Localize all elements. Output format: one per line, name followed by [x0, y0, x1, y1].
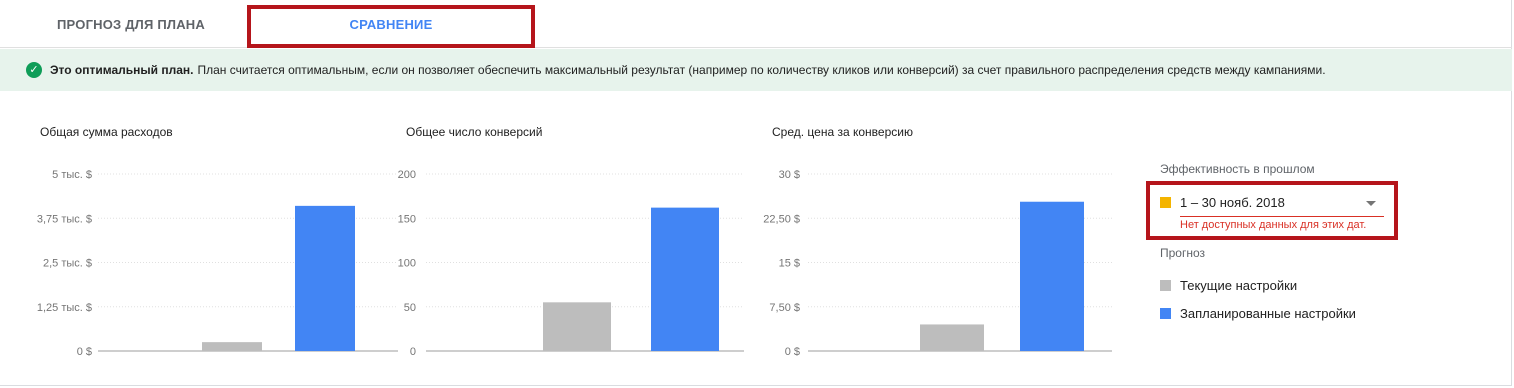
- banner-title: Это оптимальный план.: [50, 63, 194, 77]
- active-tab-indicator: [250, 45, 532, 47]
- date-range-dropdown[interactable]: 1 – 30 нояб. 2018: [1160, 190, 1384, 218]
- legend-label: Запланированные настройки: [1180, 306, 1356, 321]
- y-tick-label: 22,50 $: [763, 213, 800, 225]
- tab-comparison[interactable]: СРАВНЕНИЕ: [250, 0, 532, 48]
- y-tick-label: 3,75 тыс. $: [37, 213, 92, 225]
- y-tick-label: 7,50 $: [769, 302, 800, 314]
- chart-svg: 0 50 100 150 200: [398, 169, 744, 358]
- bar-current-settings[interactable]: [202, 342, 262, 351]
- y-tick-label: 200: [398, 169, 416, 181]
- legend-label: Текущие настройки: [1180, 278, 1298, 293]
- y-tick-label: 5 тыс. $: [52, 169, 92, 181]
- current-settings-swatch: [1160, 280, 1171, 291]
- bar-current-settings[interactable]: [543, 302, 611, 351]
- legend-item-current: Текущие настройки: [1160, 278, 1297, 293]
- y-tick-label: 0 $: [785, 346, 800, 358]
- chart-svg: 0 $ 1,25 тыс. $ 2,5 тыс. $ 3,75 тыс. $ 5 тыс…: [37, 169, 398, 358]
- y-tick-label: 0 $: [77, 346, 92, 358]
- bar-current-settings[interactable]: [920, 324, 984, 351]
- check-circle-icon: ✓: [26, 62, 42, 78]
- past-performance-caption: Эффективность в прошлом: [1160, 162, 1400, 176]
- y-tick-label: 15 $: [779, 258, 800, 270]
- legend-item-planned: Запланированные настройки: [1160, 306, 1356, 321]
- past-period-swatch: [1160, 197, 1171, 208]
- chart-svg: 0 $ 7,50 $ 15 $ 22,50 $ 30 $: [763, 169, 1112, 358]
- bar-planned-settings[interactable]: [651, 207, 719, 351]
- y-tick-label: 2,5 тыс. $: [43, 258, 92, 270]
- forecast-label: Прогноз: [1160, 246, 1206, 260]
- dropdown-underline: [1180, 216, 1384, 217]
- y-tick-label: 1,25 тыс. $: [37, 302, 92, 314]
- y-tick-label: 150: [398, 213, 416, 225]
- tab-bar: ПРОГНОЗ ДЛЯ ПЛАНА СРАВНЕНИЕ: [0, 0, 1512, 48]
- banner-text: План считается оптимальным, если он позв…: [197, 63, 1326, 77]
- bar-planned-settings[interactable]: [295, 205, 355, 351]
- y-tick-label: 30 $: [779, 169, 800, 181]
- bar-planned-settings[interactable]: [1020, 201, 1084, 351]
- planned-settings-swatch: [1160, 308, 1171, 319]
- y-tick-label: 50: [404, 302, 416, 314]
- chevron-down-icon: [1366, 201, 1376, 206]
- y-tick-label: 100: [398, 258, 416, 270]
- date-range-value: 1 – 30 нояб. 2018: [1180, 195, 1285, 210]
- optimal-plan-banner: ✓ Это оптимальный план. План считается о…: [0, 49, 1512, 91]
- tab-plan-forecast[interactable]: ПРОГНОЗ ДЛЯ ПЛАНА: [40, 0, 222, 48]
- date-range-error: Нет доступных данных для этих дат.: [1180, 219, 1367, 231]
- y-tick-label: 0: [410, 346, 416, 358]
- past-performance-label: Эффективность в прошлом: [1160, 162, 1315, 176]
